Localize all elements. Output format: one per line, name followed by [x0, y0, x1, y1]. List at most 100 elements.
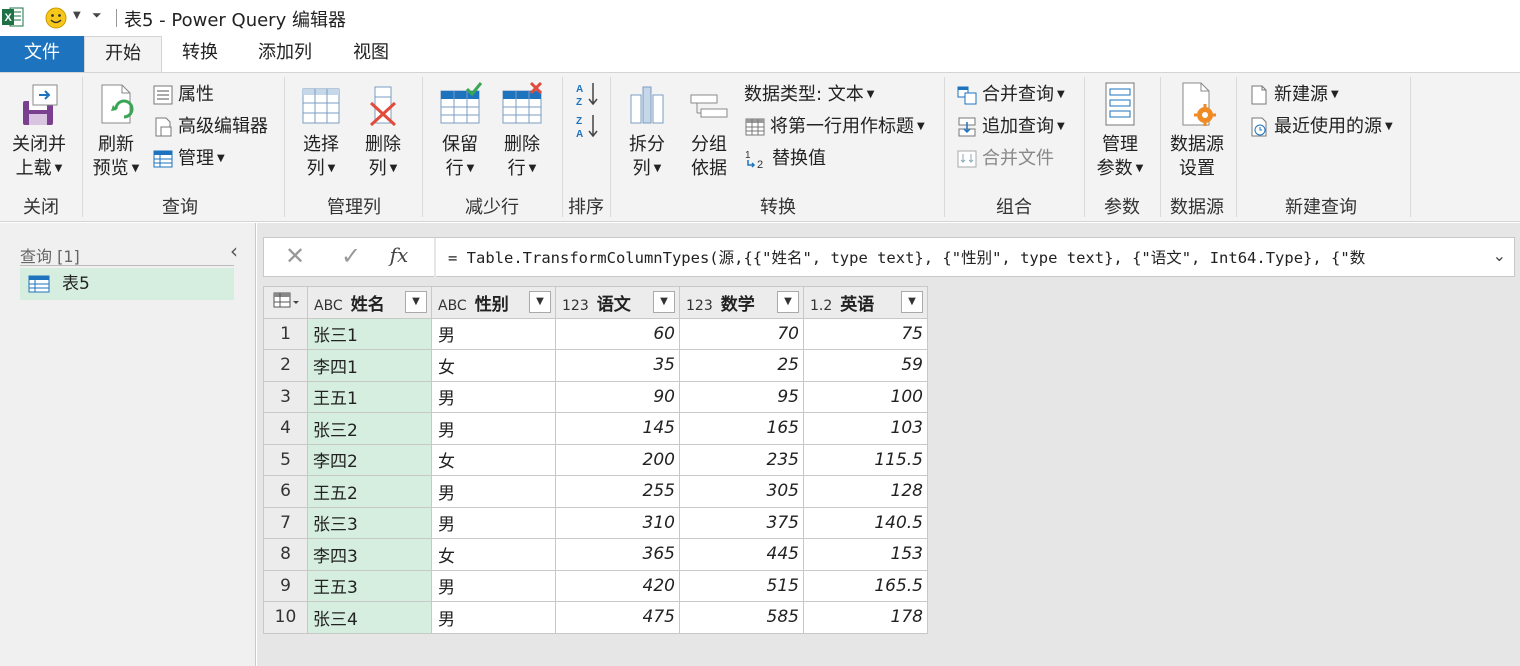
text-type-icon[interactable]: ABC — [438, 298, 467, 314]
cell-math[interactable]: 25 — [679, 349, 804, 382]
recent-sources-button[interactable]: 最近使用的源 ▼ — [1248, 113, 1393, 141]
cell-name[interactable]: 李四3 — [307, 538, 432, 571]
cell-name[interactable]: 张三2 — [307, 412, 432, 445]
cell-math[interactable]: 515 — [679, 569, 804, 602]
table-options-button[interactable] — [263, 286, 308, 319]
filter-dropdown-icon[interactable]: ▼ — [901, 291, 923, 313]
integer-type-icon[interactable]: 123 — [562, 298, 589, 314]
cell-name[interactable]: 王五1 — [307, 380, 432, 413]
cell-english[interactable]: 59 — [803, 349, 928, 382]
merge-queries-button[interactable]: 合并查询 ▼ — [956, 81, 1065, 109]
row-number[interactable]: 9 — [263, 569, 308, 602]
cell-sex[interactable]: 女 — [431, 349, 556, 382]
manage-parameters-button[interactable]: 管理 参数 ▼ — [1092, 81, 1148, 181]
formula-input[interactable]: = Table.TransformColumnTypes(源,{{"姓名", t… — [448, 246, 1365, 268]
tab-add-column[interactable]: 添加列 — [240, 36, 330, 72]
row-number[interactable]: 5 — [263, 443, 308, 476]
cell-chinese[interactable]: 255 — [555, 475, 680, 508]
cell-name[interactable]: 王五2 — [307, 475, 432, 508]
data-type-dropdown[interactable]: 数据类型: 文本 ▼ — [744, 81, 875, 109]
advanced-editor-button[interactable]: 高级编辑器 — [152, 113, 268, 141]
cell-sex[interactable]: 男 — [431, 380, 556, 413]
cell-english[interactable]: 128 — [803, 475, 928, 508]
cell-chinese[interactable]: 35 — [555, 349, 680, 382]
column-header-chinese[interactable]: 123 语文 ▼ — [555, 286, 680, 319]
filter-dropdown-icon[interactable]: ▼ — [777, 291, 799, 313]
close-and-load-button[interactable]: 关闭并 上载 ▼ — [6, 81, 72, 181]
quick-access-customize-icon[interactable]: ⏷ — [92, 8, 102, 23]
row-number[interactable]: 1 — [263, 317, 308, 350]
cell-chinese[interactable]: 145 — [555, 412, 680, 445]
cell-sex[interactable]: 男 — [431, 506, 556, 539]
new-source-button[interactable]: 新建源 ▼ — [1248, 81, 1339, 109]
cell-english[interactable]: 165.5 — [803, 569, 928, 602]
cell-math[interactable]: 165 — [679, 412, 804, 445]
cell-math[interactable]: 585 — [679, 601, 804, 634]
row-number[interactable]: 2 — [263, 349, 308, 382]
tab-file[interactable]: 文件 — [0, 36, 84, 72]
cell-name[interactable]: 李四1 — [307, 349, 432, 382]
properties-button[interactable]: 属性 — [152, 81, 214, 109]
smiley-dropdown-icon[interactable]: ▼ — [73, 10, 81, 21]
filter-dropdown-icon[interactable]: ▼ — [529, 291, 551, 313]
append-queries-button[interactable]: 追加查询 ▼ — [956, 113, 1065, 141]
group-by-button[interactable]: 分组 依据 — [682, 81, 736, 181]
cell-sex[interactable]: 男 — [431, 317, 556, 350]
combine-files-button[interactable]: 合并文件 — [956, 145, 1054, 173]
cell-chinese[interactable]: 365 — [555, 538, 680, 571]
collapse-pane-icon[interactable]: ‹ — [230, 239, 238, 263]
row-number[interactable]: 7 — [263, 506, 308, 539]
remove-rows-button[interactable]: 删除 行 ▼ — [494, 81, 550, 181]
query-item[interactable]: 表5 — [20, 268, 234, 300]
row-number[interactable]: 4 — [263, 412, 308, 445]
cell-english[interactable]: 103 — [803, 412, 928, 445]
confirm-formula-icon[interactable]: ✓ — [326, 242, 376, 274]
cell-math[interactable]: 305 — [679, 475, 804, 508]
cell-name[interactable]: 李四2 — [307, 443, 432, 476]
manage-button[interactable]: 管理 ▼ — [152, 145, 225, 173]
filter-dropdown-icon[interactable]: ▼ — [653, 291, 675, 313]
cell-name[interactable]: 王五3 — [307, 569, 432, 602]
column-header-name[interactable]: ABC 姓名 ▼ — [307, 286, 432, 319]
cell-sex[interactable]: 男 — [431, 601, 556, 634]
cell-name[interactable]: 张三4 — [307, 601, 432, 634]
remove-columns-button[interactable]: 删除 列 ▼ — [356, 81, 410, 181]
cell-math[interactable]: 445 — [679, 538, 804, 571]
cell-math[interactable]: 235 — [679, 443, 804, 476]
cell-math[interactable]: 95 — [679, 380, 804, 413]
column-header-math[interactable]: 123 数学 ▼ — [679, 286, 804, 319]
function-fx-icon[interactable]: fx — [374, 243, 424, 275]
row-number[interactable]: 6 — [263, 475, 308, 508]
data-source-settings-button[interactable]: 数据源 设置 — [1166, 81, 1228, 181]
column-header-sex[interactable]: ABC 性别 ▼ — [431, 286, 556, 319]
cell-chinese[interactable]: 90 — [555, 380, 680, 413]
cell-english[interactable]: 178 — [803, 601, 928, 634]
use-first-row-as-headers-button[interactable]: 将第一行用作标题 ▼ — [744, 113, 925, 141]
cell-english[interactable]: 153 — [803, 538, 928, 571]
cell-chinese[interactable]: 475 — [555, 601, 680, 634]
sort-descending-icon[interactable]: Z A — [574, 113, 600, 139]
cell-math[interactable]: 70 — [679, 317, 804, 350]
cell-sex[interactable]: 男 — [431, 475, 556, 508]
column-header-english[interactable]: 1.2 英语 ▼ — [803, 286, 928, 319]
cell-name[interactable]: 张三1 — [307, 317, 432, 350]
cell-chinese[interactable]: 200 — [555, 443, 680, 476]
tab-view[interactable]: 视图 — [336, 36, 406, 72]
text-type-icon[interactable]: ABC — [314, 298, 343, 314]
row-number[interactable]: 10 — [263, 601, 308, 634]
replace-values-button[interactable]: 1 2 替换值 — [744, 145, 826, 173]
expand-formula-icon[interactable]: ⌄ — [1493, 246, 1506, 265]
filter-dropdown-icon[interactable]: ▼ — [405, 291, 427, 313]
cell-chinese[interactable]: 310 — [555, 506, 680, 539]
cell-sex[interactable]: 男 — [431, 569, 556, 602]
tab-transform[interactable]: 转换 — [162, 36, 238, 72]
keep-rows-button[interactable]: 保留 行 ▼ — [432, 81, 488, 181]
cancel-formula-icon[interactable]: ✕ — [270, 242, 320, 274]
cell-chinese[interactable]: 420 — [555, 569, 680, 602]
cell-sex[interactable]: 女 — [431, 443, 556, 476]
refresh-preview-button[interactable]: 刷新 预览 ▼ — [88, 81, 144, 181]
choose-columns-button[interactable]: 选择 列 ▼ — [294, 81, 348, 181]
cell-sex[interactable]: 女 — [431, 538, 556, 571]
row-number[interactable]: 8 — [263, 538, 308, 571]
cell-english[interactable]: 75 — [803, 317, 928, 350]
